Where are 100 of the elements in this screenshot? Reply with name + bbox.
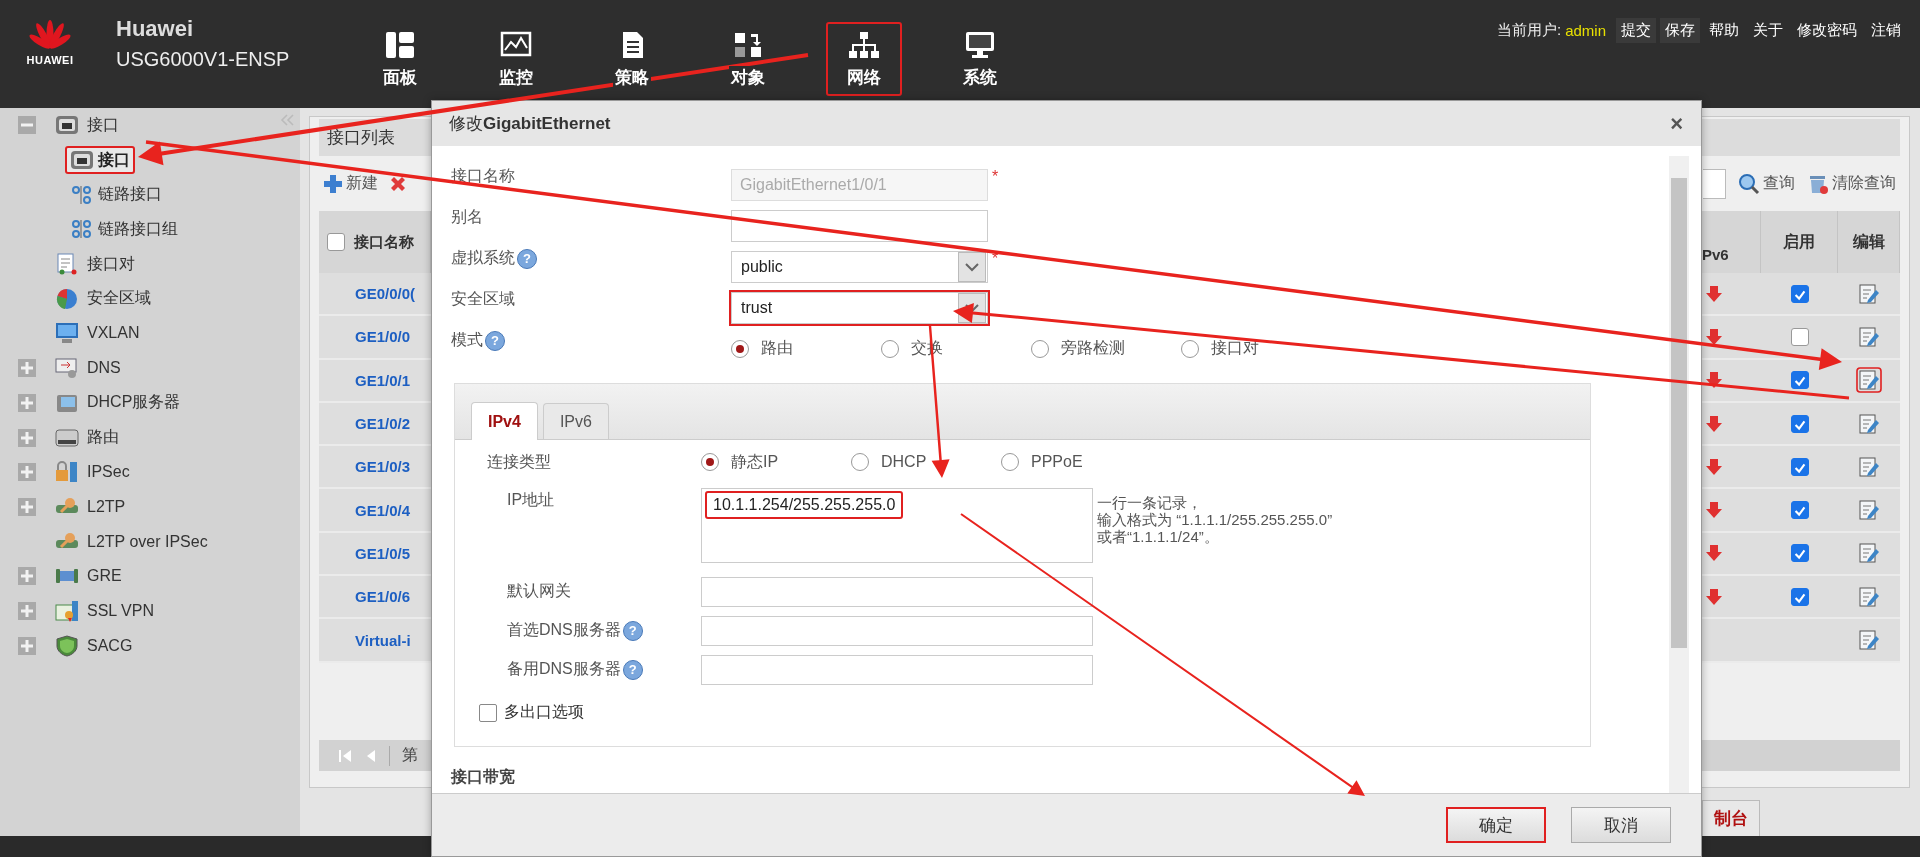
column-header[interactable]: 接口名称 (319, 211, 431, 273)
console-tab[interactable]: 制台 (1702, 800, 1760, 836)
new-button[interactable]: 新建 (319, 173, 382, 194)
checkbox[interactable] (1790, 587, 1809, 606)
radio-button[interactable] (1001, 453, 1019, 471)
input-field[interactable] (701, 615, 1093, 646)
dialog-title: 修改GigabitEthernet (449, 113, 611, 135)
header-link[interactable]: 提交 (1616, 17, 1656, 43)
column-header[interactable]: 启用 (1761, 211, 1838, 273)
radio-button[interactable] (1181, 339, 1199, 358)
expand-icon[interactable] (18, 601, 36, 620)
checkbox-option[interactable]: 多出口选项 (479, 702, 1590, 723)
checkbox[interactable] (1790, 501, 1809, 520)
tree-item[interactable]: DHCP服务器 (50, 388, 186, 417)
field-label: IP地址 (506, 490, 556, 510)
radio-button[interactable] (851, 453, 869, 471)
input-field[interactable] (731, 209, 988, 242)
input-field[interactable] (701, 576, 1093, 607)
interface-link[interactable]: GE1/0/0 (355, 328, 411, 346)
checkbox[interactable] (327, 233, 345, 251)
checkbox[interactable] (1790, 371, 1809, 390)
interface-link[interactable]: GE1/0/6 (355, 588, 411, 606)
radio-button[interactable] (1031, 339, 1049, 358)
checkbox[interactable] (479, 703, 497, 722)
nav-tab[interactable]: 面板 (342, 22, 458, 96)
select-field[interactable]: public (731, 250, 988, 283)
interface-link[interactable]: GE1/0/3 (355, 458, 411, 476)
radio-option[interactable]: 静态IP (701, 451, 851, 473)
interface-link[interactable]: Virtual-i (355, 631, 411, 649)
column-header[interactable]: 编辑 (1838, 211, 1900, 273)
radio-option[interactable]: 旁路检测 (1031, 338, 1181, 359)
expand-icon[interactable] (18, 359, 36, 378)
search-field[interactable] (1703, 168, 1726, 199)
tree-item[interactable]: L2TP (50, 492, 131, 521)
user-label: 当前用户: (1496, 20, 1562, 40)
checkbox[interactable] (1790, 414, 1809, 433)
tree-item[interactable]: SACG (50, 631, 138, 660)
input-field[interactable] (701, 654, 1093, 685)
close-button[interactable]: × (1666, 110, 1687, 137)
tree-item[interactable]: DNS (50, 354, 126, 383)
expand-icon[interactable] (18, 497, 36, 516)
interface-link[interactable]: GE1/0/4 (355, 501, 411, 519)
interface-link[interactable]: GE1/0/1 (355, 371, 411, 389)
scrollbar[interactable] (1669, 156, 1689, 793)
expand-icon[interactable] (18, 428, 36, 447)
lock-icon (55, 461, 79, 484)
header-link[interactable]: 注销 (1866, 17, 1906, 43)
tree-item[interactable]: IPSec (50, 458, 135, 487)
checkbox[interactable] (1790, 327, 1809, 346)
confirm-button[interactable]: 确定 (1446, 807, 1546, 843)
edit-icon[interactable] (1856, 627, 1882, 653)
tree-item[interactable]: L2TP over IPSec (50, 527, 213, 556)
tree-item[interactable]: SSL VPN (50, 596, 159, 625)
checkbox[interactable] (1790, 284, 1809, 303)
tree-item[interactable]: 接口 (50, 111, 124, 140)
radio-option[interactable]: 路由 (731, 338, 881, 359)
radio-option[interactable]: DHCP (851, 451, 1001, 473)
ip-address-field[interactable]: 10.1.1.254/255.255.255.0 (701, 488, 1093, 563)
caret-icon (965, 261, 979, 272)
clear-query-button[interactable]: 清除查询 (1803, 172, 1900, 195)
tree-item[interactable]: VXLAN (50, 319, 145, 348)
expand-icon[interactable] (18, 567, 36, 586)
pie-chart-icon (55, 287, 79, 310)
collapse-icon[interactable] (18, 116, 36, 135)
radio-button[interactable] (731, 339, 749, 358)
edit-icon[interactable] (1856, 367, 1882, 394)
radio-option[interactable]: PPPoE (1001, 451, 1151, 473)
interface-link[interactable]: GE0/0/0( (355, 285, 416, 303)
tab[interactable]: IPv4 (471, 402, 538, 440)
tree-item[interactable]: 接口 (65, 146, 135, 175)
interface-link[interactable]: GE1/0/2 (355, 415, 411, 433)
header-link[interactable]: 修改密码 (1792, 17, 1862, 43)
radio-button[interactable] (701, 453, 719, 471)
header-link[interactable]: 关于 (1748, 17, 1788, 43)
tree-item[interactable]: 路由 (50, 423, 124, 452)
previous-page-icon[interactable] (365, 747, 377, 764)
header-link[interactable]: 保存 (1660, 17, 1700, 43)
expand-icon[interactable] (18, 463, 36, 482)
nav-tab[interactable]: 系统 (922, 22, 1038, 96)
header-link[interactable]: 帮助 (1704, 17, 1744, 43)
tree-item[interactable]: 链路接口组 (65, 215, 183, 244)
nav-tab[interactable]: 网络 (826, 22, 902, 96)
plus-icon (323, 173, 343, 194)
expand-icon[interactable] (18, 636, 36, 655)
radio-button[interactable] (881, 339, 899, 358)
query-button[interactable]: 查询 (1734, 172, 1799, 195)
checkbox[interactable] (1790, 457, 1809, 476)
tree-item[interactable]: 链路接口 (65, 180, 167, 209)
field-label: 模式 (451, 330, 483, 350)
checkbox[interactable] (1790, 544, 1809, 563)
interface-link[interactable]: GE1/0/5 (355, 544, 411, 562)
tab[interactable]: IPv6 (542, 403, 609, 439)
radio-option[interactable]: 接口对 (1181, 338, 1331, 359)
tree-item[interactable]: GRE (50, 562, 127, 591)
select-field[interactable]: trust (731, 291, 988, 324)
cancel-button[interactable]: 取消 (1571, 807, 1671, 843)
tree-item[interactable]: 接口对 (50, 250, 140, 279)
tree-item[interactable]: 安全区域 (50, 284, 156, 313)
expand-icon[interactable] (18, 393, 36, 412)
first-page-icon[interactable] (337, 747, 353, 764)
